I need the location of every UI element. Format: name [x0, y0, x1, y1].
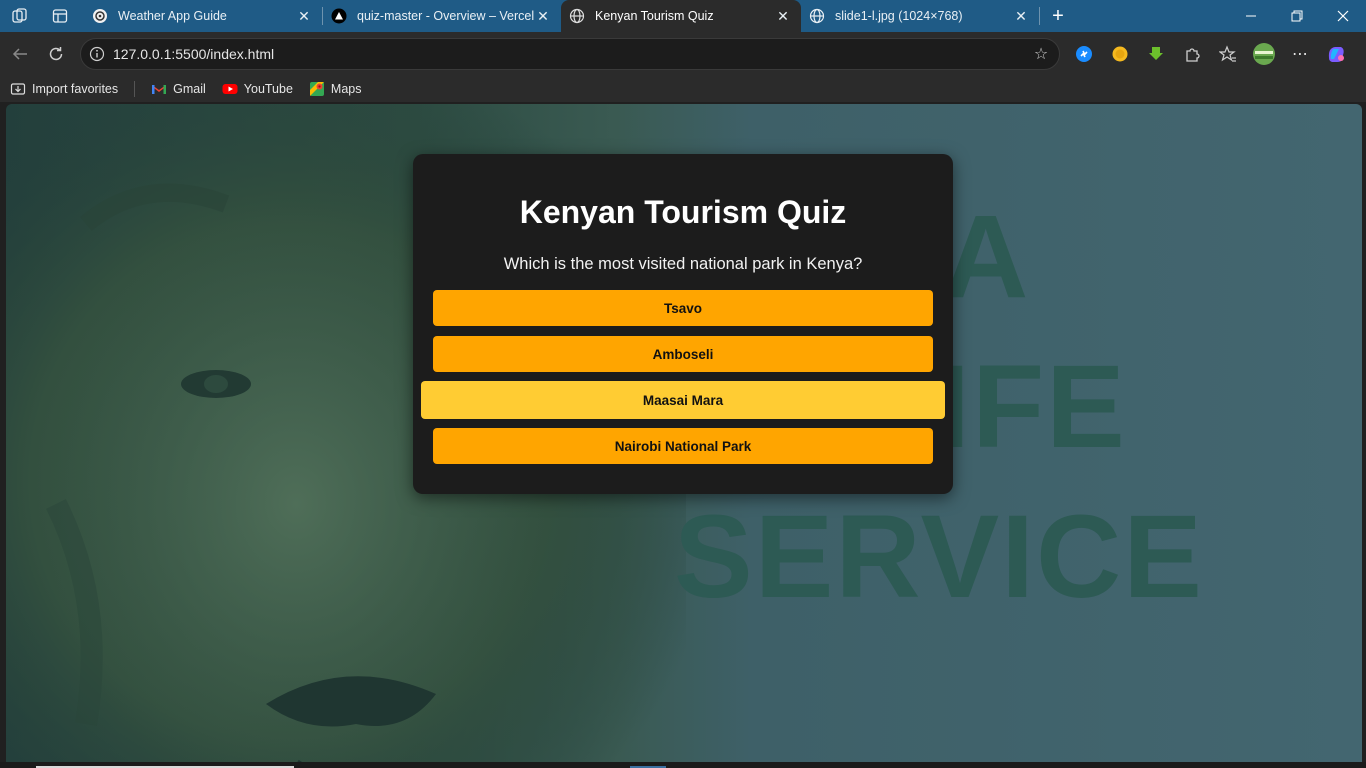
bookmark-maps[interactable]: Maps	[309, 81, 362, 97]
favorite-star-icon[interactable]: ☆	[1023, 44, 1059, 64]
answer-button-tsavo[interactable]: Tsavo	[433, 290, 933, 326]
bookmark-label: Gmail	[173, 82, 206, 96]
bookmarks-bar: Import favorites Gmail YouTube Maps	[0, 76, 1366, 102]
close-tab-icon[interactable]: ✕	[535, 8, 551, 24]
vercel-icon	[331, 8, 347, 24]
bookmark-youtube[interactable]: YouTube	[222, 81, 293, 97]
restore-icon[interactable]	[1274, 0, 1320, 32]
shazam-extension-icon[interactable]	[1066, 36, 1102, 72]
page-viewport: NYA DLIFE SERVICE Kenyan Tourism Quiz Wh…	[6, 104, 1362, 762]
bottom-edge	[0, 762, 1366, 768]
gmail-icon	[151, 81, 167, 97]
extensions-puzzle-icon[interactable]	[1174, 36, 1210, 72]
globe-icon	[569, 8, 585, 24]
bookmark-separator	[134, 81, 136, 97]
download-extension-icon[interactable]	[1138, 36, 1174, 72]
close-tab-icon[interactable]: ✕	[1013, 8, 1029, 24]
close-tab-icon[interactable]: ✕	[296, 8, 312, 24]
url-text: 127.0.0.1:5500/index.html	[113, 46, 275, 62]
bookmark-label: Import favorites	[32, 82, 119, 96]
bookmark-label: YouTube	[243, 82, 293, 96]
coin-extension-icon[interactable]	[1102, 36, 1138, 72]
new-tab-button[interactable]: +	[1040, 0, 1076, 32]
tab-slide-image[interactable]: slide1-l.jpg (1024×768) ✕	[801, 0, 1039, 32]
window-controls	[1228, 0, 1366, 32]
close-tab-icon[interactable]: ✕	[775, 8, 791, 24]
refresh-icon[interactable]	[38, 36, 74, 72]
extensions-area: ⋯	[1066, 32, 1354, 76]
site-info-icon[interactable]	[81, 46, 113, 62]
import-icon	[10, 81, 26, 97]
quiz-card: Kenyan Tourism Quiz Which is the most vi…	[413, 154, 953, 494]
bookmark-label: Maps	[330, 82, 362, 96]
tab-kenyan-tourism-quiz[interactable]: Kenyan Tourism Quiz ✕	[561, 0, 801, 32]
quiz-title: Kenyan Tourism Quiz	[519, 194, 847, 230]
bookmark-import-favorites[interactable]: Import favorites	[10, 81, 118, 97]
background-word: SERVICE	[674, 491, 1204, 623]
tab-quiz-master-vercel[interactable]: quiz-master - Overview – Vercel ✕	[323, 0, 561, 32]
tab-label: Weather App Guide	[118, 9, 227, 23]
minimize-icon[interactable]	[1228, 0, 1274, 32]
back-icon[interactable]	[2, 36, 38, 72]
bookmark-gmail[interactable]: Gmail	[151, 81, 206, 97]
browser-toolbar: 127.0.0.1:5500/index.html ☆ ⋯	[0, 32, 1366, 76]
openai-icon	[92, 8, 108, 24]
answer-button-amboseli[interactable]: Amboseli	[433, 336, 933, 372]
favorites-icon[interactable]	[1210, 36, 1246, 72]
address-bar[interactable]: 127.0.0.1:5500/index.html ☆	[80, 38, 1060, 70]
workspaces-icon[interactable]	[0, 0, 40, 32]
more-options-icon[interactable]: ⋯	[1282, 36, 1318, 72]
tab-label: Kenyan Tourism Quiz	[595, 9, 714, 23]
tab-weather-app-guide[interactable]: Weather App Guide ✕	[84, 0, 322, 32]
tab-label: slide1-l.jpg (1024×768)	[835, 9, 963, 23]
copilot-icon[interactable]	[1318, 36, 1354, 72]
tab-label: quiz-master - Overview – Vercel	[357, 9, 535, 23]
quiz-question: Which is the most visited national park …	[503, 255, 863, 273]
close-window-icon[interactable]	[1320, 0, 1366, 32]
youtube-icon	[222, 81, 238, 97]
profile-avatar-icon[interactable]	[1246, 36, 1282, 72]
answer-button-maasai-mara[interactable]: Maasai Mara	[421, 381, 945, 419]
title-bar: Weather App Guide ✕ quiz-master - Overvi…	[0, 0, 1366, 32]
maps-icon	[309, 81, 325, 97]
globe-icon	[809, 8, 825, 24]
tab-actions-icon[interactable]	[40, 0, 80, 32]
answer-button-nairobi-national-park[interactable]: Nairobi National Park	[433, 428, 933, 464]
